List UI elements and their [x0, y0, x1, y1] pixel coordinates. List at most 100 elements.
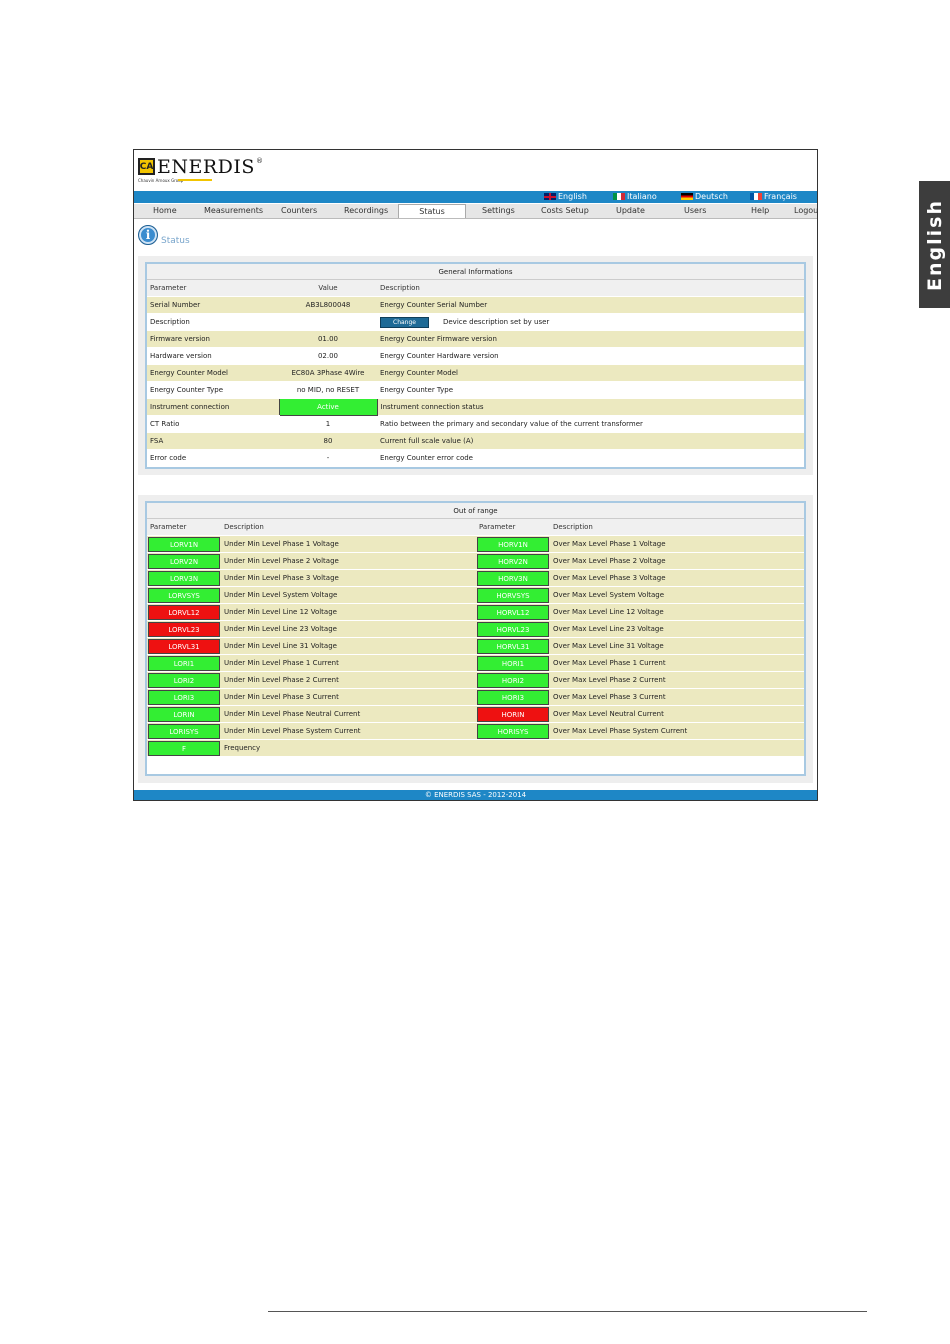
- page-title: Status: [161, 236, 190, 246]
- nav-costs-setup[interactable]: Costs Setup: [541, 206, 589, 215]
- germany-flag-icon: [681, 193, 693, 200]
- table-title: General Informations: [147, 264, 804, 280]
- status-badge: LORVSYS: [148, 587, 220, 603]
- status-badge: LORIN: [148, 706, 220, 722]
- param-cell: Error code: [147, 449, 279, 467]
- table-row: Energy Counter Type no MID, no RESET Ene…: [147, 381, 804, 399]
- app-window: CA ENERDIS ® Chauvin Arnoux Group Englis…: [133, 149, 818, 801]
- lang-english[interactable]: English: [544, 192, 587, 201]
- param-cell: Serial Number: [147, 296, 279, 314]
- change-description-button[interactable]: Change: [380, 316, 429, 328]
- nav-status[interactable]: Status: [398, 204, 466, 218]
- column-header: Description: [221, 518, 476, 536]
- status-badge: HORV2N: [477, 553, 549, 569]
- status-cell: HORVL31: [476, 637, 550, 655]
- nav-recordings[interactable]: Recordings: [344, 206, 388, 215]
- desc-cell: Frequency: [221, 739, 476, 757]
- param-cell: CT Ratio: [147, 415, 279, 433]
- status-badge: HORI3: [477, 689, 549, 705]
- info-icon: i: [138, 225, 158, 245]
- desc-cell: Over Max Level Line 12 Voltage: [550, 603, 804, 621]
- language-bar: English Italiano Deutsch Français: [134, 191, 817, 203]
- table-row: Serial Number AB3L800048 Energy Counter …: [147, 296, 804, 314]
- nav-measurements[interactable]: Measurements: [204, 206, 263, 215]
- desc-cell: Ratio between the primary and secondary …: [377, 415, 804, 433]
- desc-cell: Over Max Level Phase 3 Voltage: [550, 569, 804, 587]
- status-badge: HORI2: [477, 672, 549, 688]
- table-row: Energy Counter Model EC80A 3Phase 4Wire …: [147, 364, 804, 382]
- table-row: LORI1 Under Min Level Phase 1 Current HORI…: [147, 654, 804, 672]
- status-badge: HORI1: [477, 655, 549, 671]
- desc-cell: [550, 739, 804, 757]
- nav-logout[interactable]: Logout: [794, 206, 817, 215]
- desc-cell: Energy Counter Type: [377, 381, 804, 399]
- value-cell: AB3L800048: [279, 296, 377, 314]
- value-cell: no MID, no RESET: [279, 381, 377, 399]
- column-header: Value: [279, 279, 377, 297]
- nav-home[interactable]: Home: [153, 206, 177, 215]
- status-cell: HORIN: [476, 705, 550, 723]
- status-cell: HORI1: [476, 654, 550, 672]
- lang-deutsch[interactable]: Deutsch: [681, 192, 728, 201]
- status-cell: HORV2N: [476, 552, 550, 570]
- lang-francais[interactable]: Français: [750, 192, 797, 201]
- table-row: LORV3N Under Min Level Phase 3 Voltage HOR…: [147, 569, 804, 587]
- desc-cell: Under Min Level Phase Neutral Current: [221, 705, 476, 723]
- status-badge: LORVL31: [148, 638, 220, 654]
- connection-status-badge: Active: [278, 398, 378, 416]
- table-row: Hardware version 02.00 Energy Counter Ha…: [147, 347, 804, 365]
- status-cell: LORV3N: [147, 569, 221, 587]
- desc-cell: Energy Counter Firmware version: [377, 330, 804, 348]
- status-cell: LORI1: [147, 654, 221, 672]
- value-cell: 01.00: [279, 330, 377, 348]
- status-badge: HORIN: [477, 706, 549, 722]
- status-cell: HORV3N: [476, 569, 550, 587]
- status-badge: HORISYS: [477, 723, 549, 739]
- desc-cell: Over Max Level Line 23 Voltage: [550, 620, 804, 638]
- desc-cell: Under Min Level Line 23 Voltage: [221, 620, 476, 638]
- footer-copyright: © ENERDIS SAS - 2012-2014: [134, 790, 817, 800]
- table-row: Instrument connection Active Instrument …: [147, 398, 804, 416]
- table-row: Error code - Energy Counter error code: [147, 449, 804, 467]
- nav-counters[interactable]: Counters: [281, 206, 317, 215]
- nav-users[interactable]: Users: [684, 206, 706, 215]
- desc-cell: Under Min Level Phase 2 Voltage: [221, 552, 476, 570]
- column-header: Parameter: [147, 518, 221, 536]
- nav-update[interactable]: Update: [616, 206, 645, 215]
- desc-cell: Over Max Level Line 31 Voltage: [550, 637, 804, 655]
- status-cell: HORVL12: [476, 603, 550, 621]
- lang-label: English: [558, 192, 587, 201]
- nav-settings[interactable]: Settings: [482, 206, 515, 215]
- status-cell: LORI3: [147, 688, 221, 706]
- status-badge: HORVL12: [477, 604, 549, 620]
- column-header: Description: [377, 279, 804, 297]
- status-cell: LORVL23: [147, 620, 221, 638]
- value-cell: 1: [279, 415, 377, 433]
- desc-cell: Over Max Level Phase 2 Voltage: [550, 552, 804, 570]
- out-of-range-panel: Out of range Parameter Description Param…: [138, 495, 813, 783]
- desc-cell: Energy Counter error code: [377, 449, 804, 467]
- general-info-table: General Informations Parameter Value Des…: [147, 264, 804, 467]
- desc-cell: Under Min Level Line 12 Voltage: [221, 603, 476, 621]
- nav-help[interactable]: Help: [751, 206, 769, 215]
- desc-cell: Energy Counter Hardware version: [377, 347, 804, 365]
- desc-cell: Over Max Level Phase 3 Current: [550, 688, 804, 706]
- desc-cell: Over Max Level Phase 2 Current: [550, 671, 804, 689]
- lang-label: Deutsch: [695, 192, 728, 201]
- table-row: Firmware version 01.00 Energy Counter Fi…: [147, 330, 804, 348]
- status-badge: LORI3: [148, 689, 220, 705]
- table-row: LORV2N Under Min Level Phase 2 Voltage HOR…: [147, 552, 804, 570]
- status-badge: HORVL23: [477, 621, 549, 637]
- page-rule: [268, 1311, 867, 1312]
- logo-registered: ®: [255, 157, 263, 165]
- value-cell: [279, 313, 377, 331]
- status-cell: LORVL12: [147, 603, 221, 621]
- desc-cell: Instrument connection status: [377, 398, 804, 416]
- lang-italiano[interactable]: Italiano: [613, 192, 657, 201]
- status-badge: [476, 739, 550, 757]
- param-cell: Firmware version: [147, 330, 279, 348]
- status-badge: LORV2N: [148, 553, 220, 569]
- value-cell: -: [279, 449, 377, 467]
- status-cell: LORV2N: [147, 552, 221, 570]
- column-header: Parameter: [147, 279, 279, 297]
